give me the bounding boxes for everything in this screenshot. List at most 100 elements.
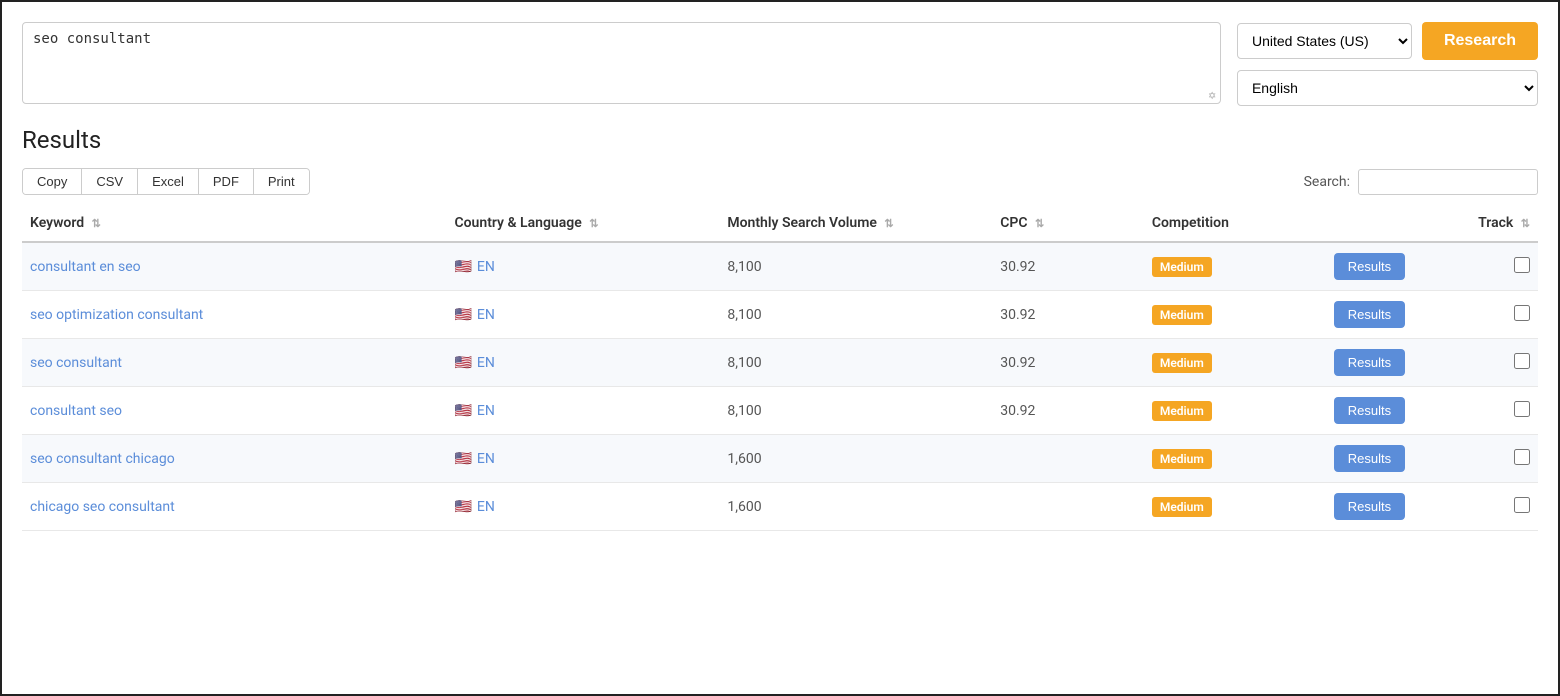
competition-badge: Medium [1152, 353, 1212, 373]
copy-button[interactable]: Copy [23, 169, 82, 194]
keyword-cell: chicago seo consultant [22, 483, 446, 531]
search-label: Search: [1304, 174, 1350, 190]
track-checkbox[interactable] [1514, 257, 1530, 273]
cpc-cell: 30.92 [992, 291, 1144, 339]
us-flag-icon: 🇺🇸 [454, 259, 471, 275]
flag-en: 🇺🇸 EN [454, 259, 494, 275]
flag-en: 🇺🇸 EN [454, 307, 494, 323]
research-button[interactable]: Research [1422, 22, 1538, 60]
competition-cell: Medium [1144, 242, 1326, 291]
us-flag-icon: 🇺🇸 [454, 499, 471, 515]
competition-badge: Medium [1152, 449, 1212, 469]
pdf-button[interactable]: PDF [199, 169, 254, 194]
cpc-cell: 30.92 [992, 242, 1144, 291]
results-btn-cell: Results [1326, 387, 1447, 435]
competition-badge: Medium [1152, 401, 1212, 421]
track-cell [1447, 242, 1538, 291]
table-row: consultant en seo 🇺🇸 EN 8,100 30.92 Medi… [22, 242, 1538, 291]
results-button[interactable]: Results [1334, 397, 1405, 424]
track-cell [1447, 291, 1538, 339]
country-cell: 🇺🇸 EN [446, 291, 719, 339]
competition-cell: Medium [1144, 387, 1326, 435]
results-button[interactable]: Results [1334, 349, 1405, 376]
controls-column: United States (US) United Kingdom (UK) C… [1237, 22, 1538, 106]
results-button[interactable]: Results [1334, 445, 1405, 472]
language-code: EN [477, 403, 495, 419]
track-checkbox[interactable] [1514, 353, 1530, 369]
track-cell [1447, 483, 1538, 531]
cpc-cell [992, 483, 1144, 531]
search-input-wrap: <span class="seo-underline">seo</span> c… [22, 22, 1221, 104]
table-row: seo consultant 🇺🇸 EN 8,100 30.92 Medium … [22, 339, 1538, 387]
keyword-cell: consultant en seo [22, 242, 446, 291]
us-flag-icon: 🇺🇸 [454, 307, 471, 323]
results-btn-cell: Results [1326, 435, 1447, 483]
export-buttons-group: Copy CSV Excel PDF Print [22, 168, 310, 195]
th-country-language[interactable]: Country & Language ⇅ [446, 205, 719, 242]
csv-button[interactable]: CSV [82, 169, 138, 194]
track-checkbox[interactable] [1514, 305, 1530, 321]
track-cell [1447, 339, 1538, 387]
language-code: EN [477, 259, 495, 275]
cpc-cell: 30.92 [992, 339, 1144, 387]
country-cell: 🇺🇸 EN [446, 387, 719, 435]
results-btn-cell: Results [1326, 483, 1447, 531]
track-cell [1447, 387, 1538, 435]
results-table: Keyword ⇅ Country & Language ⇅ Monthly S… [22, 205, 1538, 531]
keyword-cell: seo consultant chicago [22, 435, 446, 483]
competition-cell: Medium [1144, 291, 1326, 339]
us-flag-icon: 🇺🇸 [454, 403, 471, 419]
volume-cell: 1,600 [719, 483, 992, 531]
results-btn-cell: Results [1326, 291, 1447, 339]
th-keyword[interactable]: Keyword ⇅ [22, 205, 446, 242]
competition-cell: Medium [1144, 339, 1326, 387]
results-btn-cell: Results [1326, 242, 1447, 291]
results-btn-cell: Results [1326, 339, 1447, 387]
language-select[interactable]: English Spanish French German [1237, 70, 1538, 106]
volume-cell: 8,100 [719, 242, 992, 291]
country-cell: 🇺🇸 EN [446, 483, 719, 531]
flag-en: 🇺🇸 EN [454, 499, 494, 515]
us-flag-icon: 🇺🇸 [454, 355, 471, 371]
track-checkbox[interactable] [1514, 401, 1530, 417]
competition-badge: Medium [1152, 305, 1212, 325]
competition-badge: Medium [1152, 257, 1212, 277]
results-button[interactable]: Results [1334, 493, 1405, 520]
results-button[interactable]: Results [1334, 253, 1405, 280]
sort-icon-cpc: ⇅ [1035, 217, 1044, 230]
country-research-row: United States (US) United Kingdom (UK) C… [1237, 22, 1538, 60]
search-textarea[interactable]: <span class="seo-underline">seo</span> c… [33, 31, 1210, 91]
resize-handle: ✡ [1208, 91, 1218, 101]
country-cell: 🇺🇸 EN [446, 435, 719, 483]
volume-cell: 8,100 [719, 291, 992, 339]
competition-badge: Medium [1152, 497, 1212, 517]
th-volume[interactable]: Monthly Search Volume ⇅ [719, 205, 992, 242]
flag-en: 🇺🇸 EN [454, 451, 494, 467]
table-search-bar: Search: [1304, 169, 1538, 195]
competition-cell: Medium [1144, 483, 1326, 531]
us-flag-icon: 🇺🇸 [454, 451, 471, 467]
th-competition: Competition [1144, 205, 1326, 242]
keyword-cell: seo consultant [22, 339, 446, 387]
results-button[interactable]: Results [1334, 301, 1405, 328]
country-select[interactable]: United States (US) United Kingdom (UK) C… [1237, 23, 1412, 59]
table-header-row: Keyword ⇅ Country & Language ⇅ Monthly S… [22, 205, 1538, 242]
keyword-cell: seo optimization consultant [22, 291, 446, 339]
country-cell: 🇺🇸 EN [446, 242, 719, 291]
results-title: Results [22, 126, 1538, 154]
track-checkbox[interactable] [1514, 449, 1530, 465]
table-search-input[interactable] [1358, 169, 1538, 195]
flag-en: 🇺🇸 EN [454, 403, 494, 419]
country-cell: 🇺🇸 EN [446, 339, 719, 387]
print-button[interactable]: Print [254, 169, 309, 194]
excel-button[interactable]: Excel [138, 169, 199, 194]
sort-icon-country: ⇅ [589, 217, 598, 230]
th-track[interactable]: Track ⇅ [1447, 205, 1538, 242]
track-checkbox[interactable] [1514, 497, 1530, 513]
keyword-cell: consultant seo [22, 387, 446, 435]
th-cpc[interactable]: CPC ⇅ [992, 205, 1144, 242]
sort-icon-keyword: ⇅ [92, 217, 101, 230]
competition-cell: Medium [1144, 435, 1326, 483]
table-toolbar: Copy CSV Excel PDF Print Search: [22, 168, 1538, 195]
table-row: seo optimization consultant 🇺🇸 EN 8,100 … [22, 291, 1538, 339]
